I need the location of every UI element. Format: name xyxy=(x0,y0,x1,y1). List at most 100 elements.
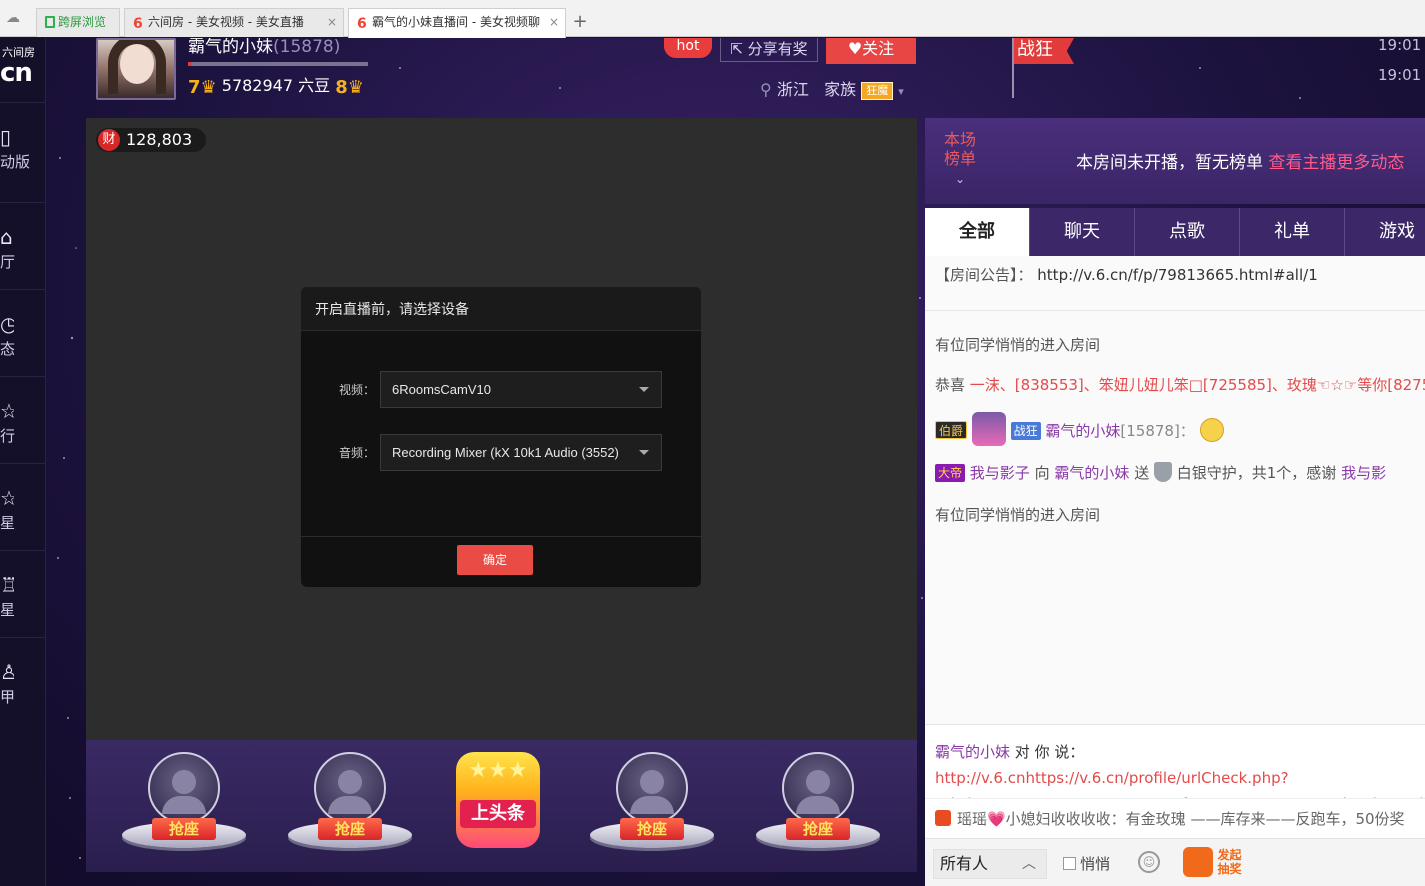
lottery-button[interactable]: 发起 抽奖 xyxy=(1183,847,1247,879)
video-device-row: 视频： 6RoomsCamV10 xyxy=(301,371,701,409)
time-text: 19:01 xyxy=(1378,66,1422,84)
tab-6rooms[interactable]: 6 六间房 - 美女视频 - 美女直播 × xyxy=(124,8,344,37)
headline-button[interactable]: ★★★ 上头条 xyxy=(456,752,540,848)
video-player[interactable]: 财 128,803 开启直播前，请选择设备 视频： 6RoomsCamV10 音… xyxy=(86,118,917,740)
tab-live-room[interactable]: 6 霸气的小妹直播间 - 美女视频聊 × xyxy=(348,8,566,38)
silver-guard-icon xyxy=(1153,462,1172,482)
private-message: 霸气的小妹 对 你 说：http://v.6.cnhttps://v.6.cn/… xyxy=(925,724,1425,813)
site-logo[interactable]: 六间房 cn xyxy=(0,46,46,86)
chat-panel: 全部 聊天 点歌 礼单 游戏 【房间公告】： http://v.6.cn/f/p… xyxy=(925,208,1425,886)
user-avatar-icon[interactable] xyxy=(971,412,1006,446)
sidebar-item-label: 厅 xyxy=(0,253,16,271)
chat-input-bar: 所有人 ︿ 悄悄 ☺ 发起 抽奖 xyxy=(925,838,1425,886)
level-progress-bar xyxy=(188,62,368,66)
avatar-hair xyxy=(108,40,166,94)
level-progress-fill xyxy=(188,62,192,66)
sidebar-item-hall[interactable]: ⌂ 厅 xyxy=(0,202,46,288)
tab-games[interactable]: 游戏 xyxy=(1345,208,1425,256)
phone-icon: ▯ xyxy=(0,125,12,149)
announcement-link[interactable]: http://v.6.cn/f/p/79813665.html#all/1 xyxy=(1037,266,1317,284)
private-mid-text: 对 你 说： xyxy=(1014,743,1085,761)
rank-flag[interactable]: 战狂 xyxy=(1014,38,1074,64)
location-text: 浙江 xyxy=(776,80,809,99)
rank-panel: 本场榜单 ⌄ 本房间未开播，暂无榜单 查看主播更多动态 xyxy=(925,118,1425,204)
confirm-button[interactable]: 确定 xyxy=(457,545,533,575)
flag-pole xyxy=(1012,38,1014,98)
share-button[interactable]: ⇱ 分享有奖 xyxy=(720,38,818,62)
gift-tail-name[interactable]: 我与影 xyxy=(1341,464,1386,482)
gift-target[interactable]: 霸气的小妹 xyxy=(1054,464,1129,482)
emoji-button[interactable]: ☺ xyxy=(1138,851,1160,873)
sidebar-item-label: 星 xyxy=(0,514,16,532)
beans-count: 5782947 六豆 xyxy=(221,76,331,95)
announcement-label: 【房间公告】： xyxy=(935,266,1033,284)
time-text: 19:01 xyxy=(1378,38,1422,54)
enter-message: 有位同学悄悄的进入房间 xyxy=(935,506,1101,524)
video-device-select[interactable]: 6RoomsCamV10 xyxy=(380,371,662,408)
anchor-dynamics-link[interactable]: 查看主播更多动态 xyxy=(1268,153,1404,173)
chevron-down-icon[interactable]: ▾ xyxy=(898,85,904,98)
wealth-value: 128,803 xyxy=(126,130,193,149)
anchor-avatar[interactable] xyxy=(96,38,176,100)
seat-bar: 抢座 抢座 ★★★ 上头条 抢座 抢座 xyxy=(86,740,917,872)
seat-slot-2[interactable]: 抢座 xyxy=(288,752,412,856)
close-icon[interactable]: × xyxy=(327,9,337,36)
broadcast-bar[interactable]: 瑶瑶💗小媳妇收收收收：有金玫瑰 ——库存来——反跑车，50份奖 xyxy=(925,798,1425,838)
whisper-label: 悄悄 xyxy=(1080,855,1111,873)
chat-messages[interactable]: 【房间公告】： http://v.6.cn/f/p/79813665.html#… xyxy=(925,256,1425,724)
tab-song[interactable]: 点歌 xyxy=(1135,208,1240,256)
tab-gifts[interactable]: 礼单 xyxy=(1240,208,1345,256)
rank-empty-text: 本房间未开播，暂无榜单 xyxy=(1076,153,1263,173)
family-badge[interactable]: 狂魔 xyxy=(861,82,894,100)
sidebar-item-rank[interactable]: ☆ 行 xyxy=(0,376,46,462)
video-label: 视频： xyxy=(339,383,376,397)
rank-icon: ☆ xyxy=(0,399,14,423)
congrats-names[interactable]: 一沫、[838553]、笨妞儿妞儿笨□[725585]、玫瑰☜☆☞等你[8275 xyxy=(970,376,1425,394)
cross-screen-icon xyxy=(45,16,55,28)
checkbox-icon xyxy=(1063,857,1076,870)
private-sender[interactable]: 霸气的小妹 xyxy=(935,743,1010,761)
seat-slot-4[interactable]: 抢座 xyxy=(756,752,880,856)
tab-all[interactable]: 全部 xyxy=(925,208,1030,256)
chevron-down-icon[interactable]: ⌄ xyxy=(955,172,965,186)
anchor-name: 霸气的小妹(15878) xyxy=(188,38,340,57)
family-label: 家族 xyxy=(824,80,857,99)
new-tab-button[interactable]: + xyxy=(570,10,590,34)
congrats-prefix: 恭喜 xyxy=(935,376,966,394)
sidebar-item-dynamic[interactable]: ◷ 态 xyxy=(0,289,46,375)
level-left: 7 xyxy=(188,77,201,98)
heart-icon: ♥ xyxy=(847,39,863,58)
hot-badge: hot xyxy=(664,38,712,58)
tab-label: 六间房 - 美女视频 - 美女直播 xyxy=(148,15,304,29)
left-sidebar: 六间房 cn ▯ 动版 ⌂ 厅 ◷ 态 ☆ 行 ☆ 星 ♖ 星 ♙ 甲 xyxy=(0,38,46,886)
rank-title[interactable]: 本场榜单 xyxy=(944,130,978,168)
whisper-checkbox[interactable]: 悄悄 xyxy=(1063,853,1110,874)
audio-device-select[interactable]: Recording Mixer (kX 10k1 Audio (3552) xyxy=(380,434,662,471)
gift-to-text: 向 xyxy=(1034,464,1050,482)
location-pin-icon: ⚲ xyxy=(760,80,772,99)
gift-text: 白银守护，共1个，感谢 xyxy=(1176,464,1337,482)
tab-cross-screen[interactable]: 跨屏浏览 xyxy=(36,8,120,37)
gift-sender[interactable]: 我与影子 xyxy=(970,464,1030,482)
tab-chat[interactable]: 聊天 xyxy=(1030,208,1135,256)
chevron-down-icon xyxy=(639,387,649,392)
seat-slot-1[interactable]: 抢座 xyxy=(122,752,246,856)
sidebar-item-star-2[interactable]: ♖ 星 xyxy=(0,550,46,636)
follow-button[interactable]: ♥关注 xyxy=(826,38,916,64)
chat-username[interactable]: 霸气的小妹 xyxy=(1045,422,1120,440)
close-icon[interactable]: × xyxy=(549,9,559,36)
chat-message: 伯爵 战狂 霸气的小妹[15878]： xyxy=(935,412,1224,446)
seat-slot-3[interactable]: 抢座 xyxy=(590,752,714,856)
grab-seat-label: 抢座 xyxy=(318,818,382,840)
sidebar-item-mobile[interactable]: ▯ 动版 xyxy=(0,102,46,188)
cloud-icon[interactable]: ☁ xyxy=(6,11,26,25)
recipient-select[interactable]: 所有人 ︿ xyxy=(933,849,1047,879)
sidebar-item-star[interactable]: ☆ 星 xyxy=(0,463,46,549)
sidebar-item-label: 星 xyxy=(0,601,16,619)
level-right: 8 xyxy=(335,77,348,98)
sidebar-item-armor[interactable]: ♙ 甲 xyxy=(0,637,46,723)
emoji-icon xyxy=(1199,418,1224,442)
shirt-icon: ♙ xyxy=(0,660,14,684)
lottery-icon xyxy=(1183,847,1213,877)
chat-uid: [15878]： xyxy=(1120,422,1195,440)
